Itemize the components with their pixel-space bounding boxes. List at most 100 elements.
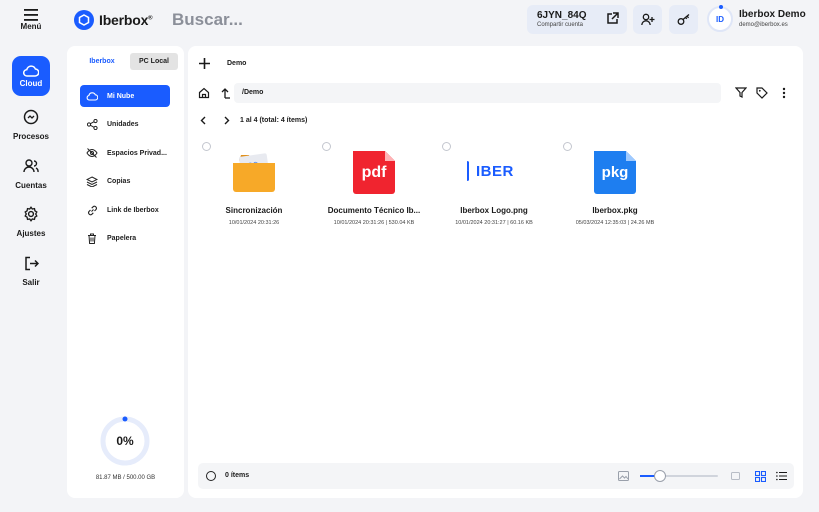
share-label: Compartir cuenta: [537, 22, 584, 28]
zoom-slider-handle[interactable]: [653, 470, 666, 482]
file-item[interactable]: pkg Iberbox.pkg 05/03/2024 12:35:03 | 24…: [555, 142, 675, 226]
image-small-icon: [618, 471, 629, 481]
share-code: 6JYN_84Q: [537, 10, 587, 21]
rail-item-cloud[interactable]: Cloud: [0, 56, 62, 96]
pdf-thumb-label: pdf: [361, 164, 387, 181]
file-name: Sincronización: [225, 206, 283, 215]
user-info[interactable]: Iberbox Demo demo@iberbox.es: [739, 9, 806, 28]
nav-item-mi-nube[interactable]: Mi Nube: [80, 85, 170, 107]
add-tab-icon[interactable]: [198, 57, 211, 70]
rail-item-ajustes[interactable]: Ajustes: [0, 201, 62, 238]
file-meta: 10/01/2024 20:31:27 | 60.16 KB: [455, 220, 533, 226]
logout-icon: [24, 256, 39, 270]
rail-item-procesos[interactable]: Procesos: [0, 104, 62, 141]
home-icon[interactable]: [198, 87, 210, 99]
menu-button[interactable]: Menú: [0, 9, 62, 31]
file-item[interactable]: pdf Documento Técnico Ib... 10/01/2024 2…: [314, 142, 434, 226]
file-select-radio[interactable]: [563, 142, 572, 151]
file-meta: 10/01/2024 20:31:26: [228, 220, 280, 226]
usage-text: 81.87 MB / 500.00 GB: [95, 475, 156, 481]
user-email: demo@iberbox.es: [739, 22, 788, 28]
link-icon: [87, 205, 97, 215]
pagination-text: 1 al 4 (total: 4 ítems): [240, 117, 308, 124]
file-name: Documento Técnico Ib...: [327, 206, 421, 215]
rail-item-cuentas[interactable]: Cuentas: [0, 153, 62, 190]
rail-label-cloud: Cloud: [19, 78, 43, 88]
pkg-thumb-label: pkg: [601, 164, 629, 181]
nav-item-unidades[interactable]: Unidades: [80, 113, 170, 135]
menu-label: Menú: [20, 22, 42, 31]
tab-iberbox[interactable]: Iberbox: [80, 53, 124, 70]
file-name: Iberbox Logo.png: [460, 206, 528, 215]
iberbox-logo-icon: [74, 10, 94, 30]
add-user-icon: [640, 13, 654, 26]
nav-item-link-de-iberbox[interactable]: Link de Iberbox: [80, 199, 170, 221]
rail-label-ajustes: Ajustes: [16, 229, 46, 238]
logo-thumb-text: IBER: [476, 163, 514, 180]
logo-registered-mark: ®: [148, 15, 153, 22]
processes-icon: [23, 109, 39, 125]
external-link-icon: [607, 12, 619, 24]
logo-text: Iberbox: [99, 12, 149, 28]
avatar-status-dot: [719, 5, 723, 9]
nav-item-papelera[interactable]: Papelera: [80, 227, 170, 249]
share-account-button[interactable]: 6JYN_84Q Compartir cuenta: [527, 5, 627, 34]
nav-item-espacios-privados[interactable]: Espacios Privad...: [80, 142, 170, 164]
tag-icon[interactable]: [756, 87, 768, 99]
pagination: 1 al 4 (total: 4 ítems): [200, 116, 307, 125]
file-item[interactable]: IBER Iberbox Logo.png 10/01/2024 20:31:2…: [434, 142, 554, 226]
nav-panel: Iberbox PC Local Mi Nube Unidades Espaci…: [67, 46, 184, 498]
iberbox-logo-thumbnail: IBER: [464, 149, 524, 195]
chevron-left-icon[interactable]: [200, 116, 207, 125]
tab-demo[interactable]: Demo: [227, 60, 246, 67]
rail-item-salir[interactable]: Salir: [0, 250, 62, 287]
search-input[interactable]: [172, 9, 472, 31]
add-user-button[interactable]: [633, 5, 662, 34]
nav-label-mi-nube: Mi Nube: [107, 92, 135, 100]
file-meta: 10/01/2024 20:31:26 | 530.04 KB: [333, 220, 415, 226]
path-bar: /Demo: [198, 83, 722, 103]
selection-count: 0 ítems: [225, 472, 250, 479]
select-all-radio[interactable]: [206, 471, 216, 481]
share-icon: [86, 118, 98, 130]
trash-icon: [88, 233, 96, 244]
file-select-radio[interactable]: [322, 142, 331, 151]
grid-view-icon[interactable]: [755, 471, 766, 482]
nav-label-unidades: Unidades: [107, 120, 139, 128]
rail-label-procesos: Procesos: [12, 132, 50, 141]
file-select-radio[interactable]: [202, 142, 211, 151]
layers-icon: [86, 175, 98, 187]
key-icon: [677, 14, 689, 25]
filter-icon[interactable]: [735, 87, 747, 98]
rail-label-cuentas: Cuentas: [15, 181, 47, 190]
gear-icon: [24, 206, 38, 222]
users-icon: [23, 159, 39, 173]
cloud-icon: [23, 64, 39, 77]
go-up-icon[interactable]: [220, 87, 231, 99]
chevron-right-icon[interactable]: [223, 116, 230, 125]
tab-pc-local[interactable]: PC Local: [130, 53, 178, 70]
eye-off-icon: [86, 148, 98, 158]
nav-label-papelera: Papelera: [107, 234, 137, 242]
nav-item-copias[interactable]: Copias: [80, 170, 170, 192]
more-options-icon[interactable]: [782, 87, 786, 99]
avatar-initials: ID: [716, 14, 724, 24]
main-panel: Demo /Demo 1 al 4 (total: 4 ítems) SOC S…: [188, 46, 803, 498]
status-bar: 0 ítems: [198, 463, 794, 489]
path-input[interactable]: [234, 83, 721, 103]
rail-label-salir: Salir: [22, 278, 40, 287]
list-view-icon[interactable]: [776, 471, 787, 481]
current-path: /Demo: [242, 89, 264, 96]
hamburger-icon: [24, 9, 38, 21]
iberbox-logo[interactable]: Iberbox®: [74, 10, 153, 30]
nav-label-copias: Copias: [107, 177, 131, 185]
user-name: Iberbox Demo: [739, 9, 806, 20]
avatar[interactable]: ID: [707, 5, 733, 32]
zoom-slider[interactable]: [640, 470, 718, 482]
file-select-radio[interactable]: [442, 142, 451, 151]
key-button[interactable]: [669, 5, 698, 34]
file-item[interactable]: SOC Sincronización 10/01/2024 20:31:26: [194, 142, 314, 226]
nav-label-link-de-iberbox: Link de Iberbox: [107, 206, 159, 214]
cloud-icon: [86, 91, 98, 101]
usage-percent: 0%: [116, 434, 134, 448]
